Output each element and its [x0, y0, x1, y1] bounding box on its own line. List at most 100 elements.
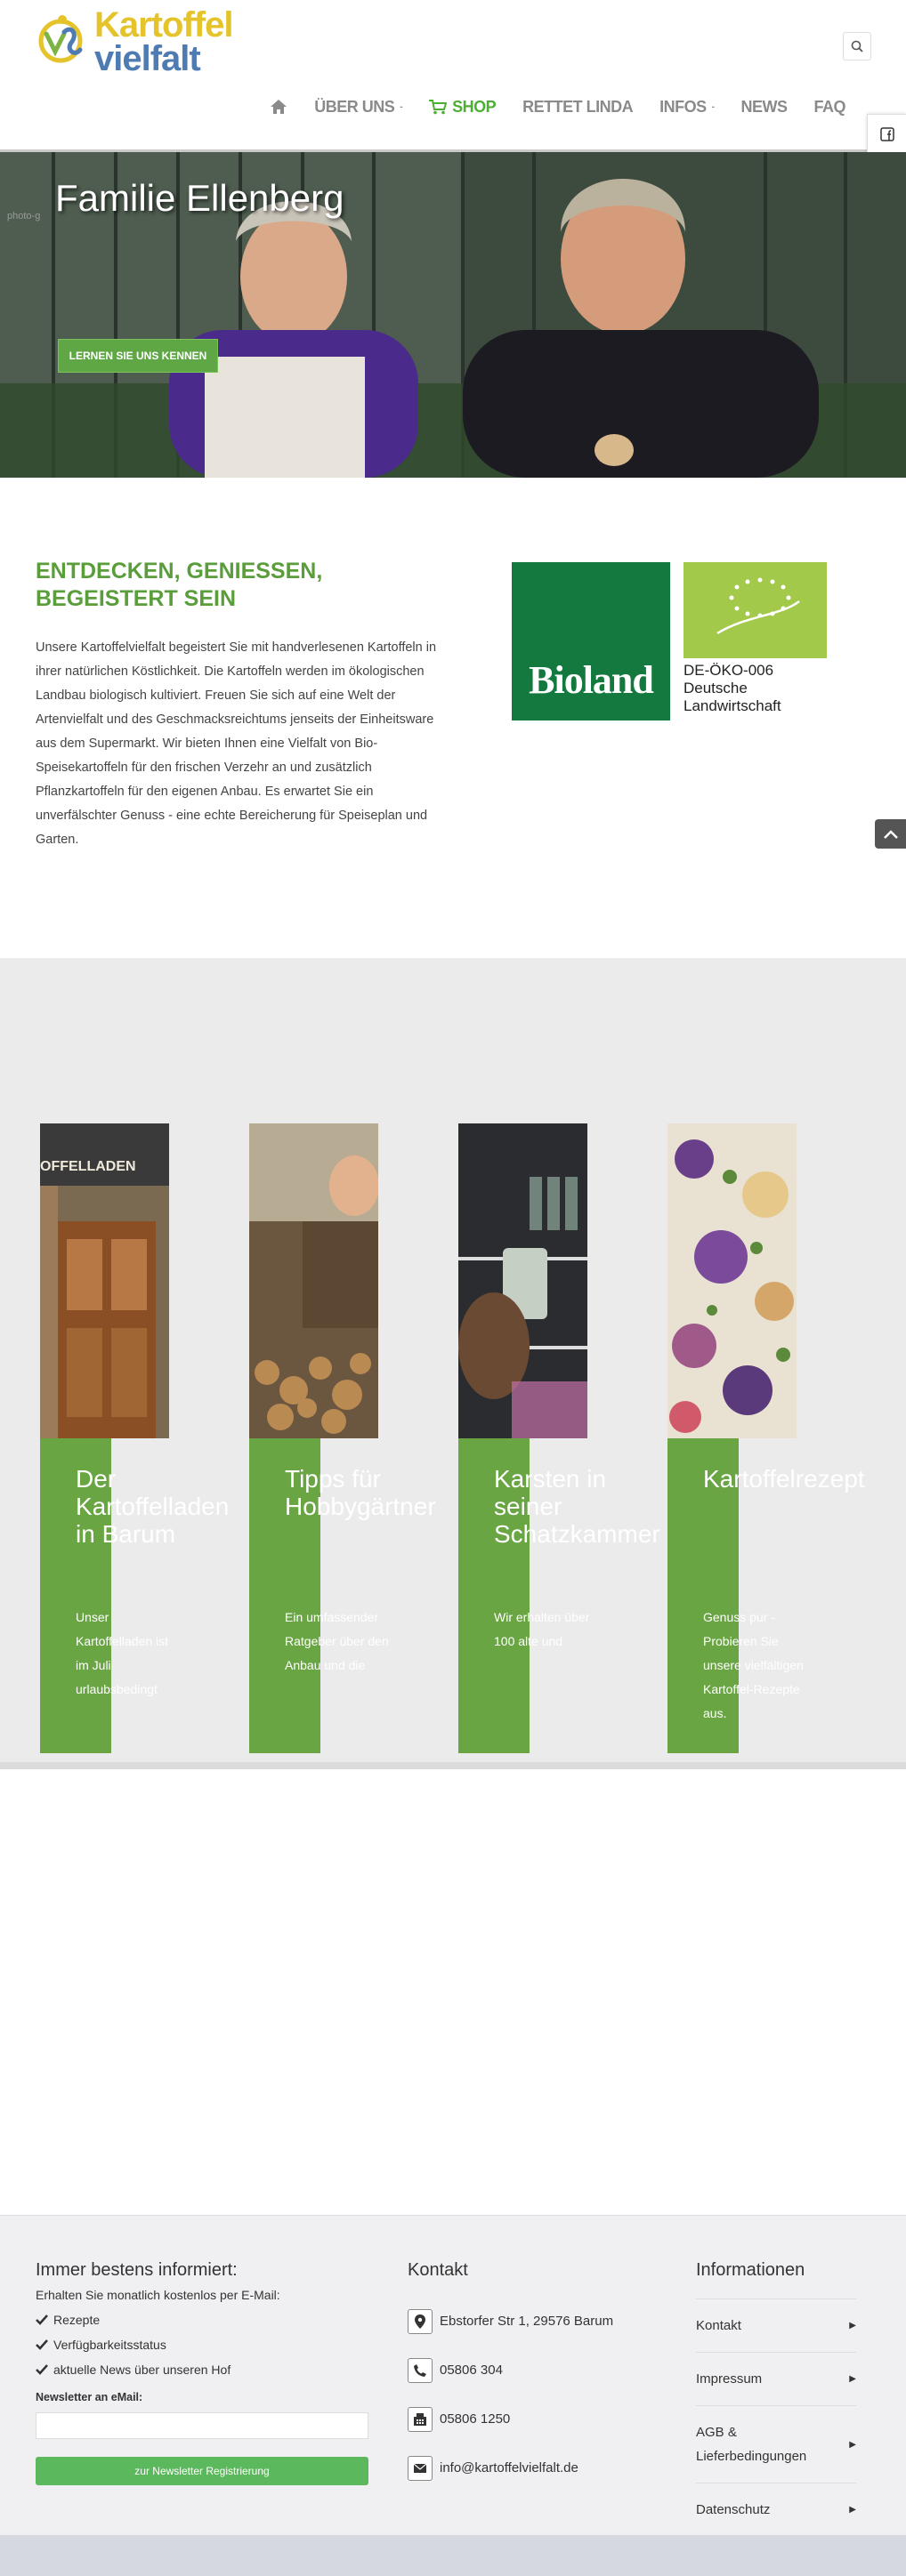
- site-logo[interactable]: Kartoffel vielfalt: [36, 5, 233, 78]
- nav-news[interactable]: NEWS: [740, 97, 788, 117]
- contact-address-row: Ebstorfer Str 1, 29576 Barum: [408, 2297, 639, 2346]
- footer-bottom-bar: [0, 2535, 906, 2576]
- site-footer: Immer bestens informiert: Erhalten Sie m…: [0, 2215, 906, 2537]
- newsletter-title: Immer bestens informiert:: [36, 2260, 238, 2280]
- card-body: Tipps für Hobbygärtner Ein umfassender R…: [249, 1438, 436, 1753]
- chevron-up-icon: [883, 829, 898, 839]
- scroll-to-top-button[interactable]: [875, 819, 906, 849]
- newsletter-email-input[interactable]: [36, 2412, 368, 2439]
- learn-more-button[interactable]: LERNEN SIE UNS KENNEN: [58, 339, 218, 373]
- newsletter-subtitle: Erhalten Sie monatlich kostenlos per E-M…: [36, 2288, 280, 2302]
- contact-fax: 05806 1250: [440, 2411, 511, 2427]
- search-button[interactable]: [843, 32, 871, 60]
- card-schatzkammer[interactable]: Karsten in seiner Schatzkammer Wir erhal…: [458, 1123, 660, 1753]
- chevron-down-icon: -: [711, 101, 715, 112]
- contact-email: info@kartoffelvielfalt.de: [440, 2460, 578, 2475]
- card-text: Genuss pur - Probieren Sie unsere vielfä…: [703, 1610, 804, 1720]
- nav-faq[interactable]: FAQ: [813, 98, 845, 117]
- contact-fax-row: 05806 1250: [408, 2395, 639, 2443]
- info-link-label: Datenschutz: [696, 2502, 771, 2517]
- info-link-impressum[interactable]: Impressum ▶: [696, 2352, 856, 2405]
- nav-infos-label: INFOS: [659, 97, 707, 116]
- search-icon: [851, 40, 863, 52]
- info-link-kontakt[interactable]: Kontakt ▶: [696, 2298, 856, 2352]
- card-image-sign: OFFELLADEN: [40, 1159, 136, 1174]
- card-title: Tipps für Hobbygärtner: [285, 1465, 436, 1520]
- feature-cards-section: OFFELLADEN Der Kartoffelladen in Barum U…: [0, 958, 906, 1762]
- card-title: Karsten in seiner Schatzkammer: [494, 1465, 660, 1548]
- card-image: [249, 1123, 378, 1438]
- chevron-right-icon: ▶: [849, 2374, 856, 2384]
- info-link-datenschutz[interactable]: Datenschutz ▶: [696, 2483, 856, 2537]
- info-link-agb[interactable]: AGB & Lieferbedingungen ▶: [696, 2405, 856, 2483]
- map-marker-icon: [408, 2308, 433, 2334]
- envelope-icon: [408, 2455, 433, 2481]
- newsletter-item-label: aktuelle News über unseren Hof: [53, 2363, 231, 2377]
- intro-heading: ENTDECKEN, GENIESSEN, BEGEISTERT SEIN: [36, 559, 323, 611]
- eu-organic-leaf-logo: [684, 562, 827, 658]
- info-link-label: Kontakt: [696, 2318, 741, 2333]
- newsletter-list-item: Rezepte: [36, 2307, 368, 2332]
- chevron-right-icon: ▶: [849, 2321, 856, 2330]
- nav-shop-label: SHOP: [452, 97, 497, 116]
- contact-phone: 05806 304: [440, 2363, 503, 2378]
- nav-news-label: NEWS: [740, 97, 788, 116]
- contact-block: Kontakt Ebstorfer Str 1, 29576 Barum 058…: [408, 2260, 639, 2492]
- chevron-right-icon: ▶: [849, 2505, 856, 2515]
- phone-icon: [408, 2357, 433, 2383]
- section-divider: [0, 1762, 906, 1769]
- nav-infos[interactable]: INFOS -: [659, 97, 715, 117]
- card-kartoffelrezept[interactable]: Kartoffelrezept Genuss pur - Probieren S…: [667, 1123, 865, 1753]
- nav-ueber-uns-label: ÜBER UNS: [314, 97, 395, 116]
- chevron-down-icon: -: [400, 101, 403, 112]
- contact-phone-row[interactable]: 05806 304: [408, 2346, 639, 2395]
- home-icon: [271, 100, 287, 114]
- card-image: [458, 1123, 587, 1438]
- newsletter-list-item: Verfügbarkeitsstatus: [36, 2332, 368, 2357]
- card-image: [667, 1123, 797, 1438]
- logo-text-line2: vielfalt: [94, 39, 201, 78]
- card-hobbygaertner[interactable]: Tipps für Hobbygärtner Ein umfassender R…: [249, 1123, 436, 1753]
- information-title: Informationen: [696, 2260, 805, 2280]
- info-link-label: Impressum: [696, 2371, 763, 2387]
- check-icon: [36, 2314, 48, 2325]
- main-navigation: ÜBER UNS - SHOP RETTET LINDA INFOS - NEW…: [240, 89, 845, 125]
- card-body: Der Kartoffelladen in Barum Unser Kartof…: [40, 1438, 229, 1753]
- nav-shop[interactable]: SHOP: [429, 97, 497, 117]
- fax-icon: [408, 2406, 433, 2432]
- card-body: Kartoffelrezept Genuss pur - Probieren S…: [667, 1438, 865, 1753]
- hero-credit-text: photo-g: [7, 211, 41, 221]
- newsletter-item-label: Verfügbarkeitsstatus: [53, 2338, 166, 2352]
- newsletter-item-label: Rezepte: [53, 2313, 101, 2327]
- newsletter-list-item: aktuelle News über unseren Hof: [36, 2357, 368, 2382]
- card-title: Kartoffelrezept: [703, 1465, 865, 1493]
- hero-banner: photo-g Familie Ellenberg LERNEN SIE UNS…: [0, 152, 906, 478]
- nav-ueber-uns[interactable]: ÜBER UNS -: [314, 98, 402, 117]
- contact-email-row[interactable]: info@kartoffelvielfalt.de: [408, 2443, 639, 2492]
- logo-mark-icon: [38, 15, 83, 63]
- chevron-right-icon: ▶: [849, 2439, 856, 2450]
- card-image: OFFELLADEN: [40, 1123, 169, 1438]
- nav-rettet-linda[interactable]: RETTET LINDA: [522, 98, 634, 117]
- info-link-label: AGB & Lieferbedingungen: [696, 2425, 807, 2464]
- check-icon: [36, 2364, 48, 2375]
- check-icon: [36, 2339, 48, 2350]
- newsletter-register-button[interactable]: zur Newsletter Registrierung: [36, 2457, 368, 2485]
- hero-title: Familie Ellenberg: [55, 177, 344, 219]
- cart-icon: [429, 99, 448, 114]
- eu-code-line-1: DE-ÖKO-006: [684, 662, 774, 679]
- facebook-button[interactable]: [868, 115, 906, 154]
- information-block: Informationen Kontakt ▶ Impressum ▶ AGB & …: [696, 2260, 856, 2537]
- newsletter-email-label: Newsletter an eMail:: [36, 2391, 143, 2403]
- contact-title: Kontakt: [408, 2260, 468, 2280]
- eu-leaf-icon: [716, 577, 800, 635]
- contact-address: Ebstorfer Str 1, 29576 Barum: [440, 2314, 614, 2329]
- card-kartoffelladen[interactable]: OFFELLADEN Der Kartoffelladen in Barum U…: [40, 1123, 229, 1753]
- nav-home[interactable]: [270, 99, 287, 115]
- bioland-logo: Bioland: [512, 562, 670, 720]
- intro-section: ENTDECKEN, GENIESSEN, BEGEISTERT SEIN Un…: [0, 478, 906, 958]
- card-text: Wir erhalten über 100 alte und: [494, 1610, 590, 1648]
- card-body: Karsten in seiner Schatzkammer Wir erhal…: [458, 1438, 660, 1753]
- site-header: Kartoffel vielfalt ÜBER UNS - SHOP RETTE…: [0, 0, 906, 152]
- eu-code-line-2: Deutsche: [684, 680, 748, 696]
